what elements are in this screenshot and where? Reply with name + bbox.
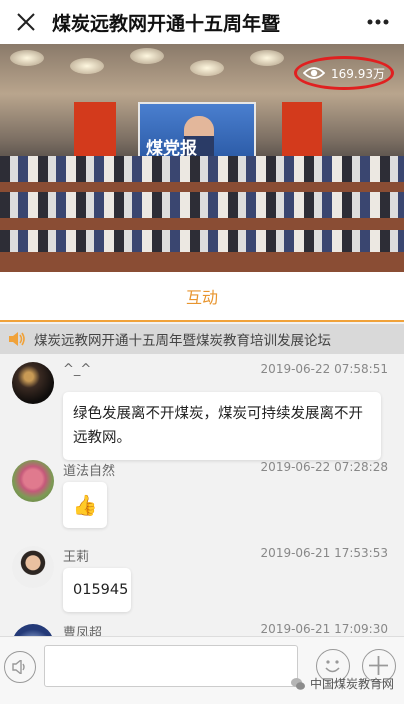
message-time: 2019-06-22 07:28:28 [260,460,388,474]
sender-name: 曹凤超 [63,626,103,636]
stage-screen: 煤党报 [138,102,256,162]
announcement-bar: 煤炭远教网开通十五周年暨煤炭教育培训发展论坛 [0,324,404,354]
ceiling-light [10,50,44,66]
watermark-text: 中国煤炭教育网 [309,677,394,691]
chat-message: 王莉 2019-06-21 17:53:53 015945 [0,540,404,622]
input-bar: 中国煤炭教育网 [0,636,404,704]
stage-banner-left [74,102,116,164]
watermark: 中国煤炭教育网 [290,675,394,692]
tab-bar: 互动 [0,272,404,322]
message-time: 2019-06-22 07:58:51 [260,362,388,376]
audience-row [0,192,404,218]
avatar[interactable] [12,546,54,588]
more-button[interactable] [352,0,404,44]
sender-name: ^_^ [63,362,92,377]
sender-name: 王莉 [63,550,90,565]
avatar[interactable] [12,624,54,636]
sender-name: 道法自然 [63,464,116,479]
tab-interaction[interactable]: 互动 [186,284,218,308]
voice-button[interactable] [4,651,36,683]
view-count: 169.93万 [331,66,385,81]
ceiling-light [190,60,224,76]
more-icon [367,19,389,25]
live-video-player[interactable]: 煤党报 169.93万 [0,44,404,272]
desk-row [0,182,404,192]
desk-row [0,218,404,230]
ceiling-light [130,48,164,64]
message-bubble: 绿色发展离不开煤炭，煤炭可持续发展离不开远教网。 [63,392,381,460]
close-button[interactable] [0,0,52,44]
speaker-icon [12,660,25,674]
message-bubble: 015945 [63,568,131,612]
desk-row [0,252,404,272]
wechat-icon [290,677,305,690]
close-icon [17,13,35,31]
message-input[interactable] [44,645,298,687]
audience-row [0,156,404,182]
announcement-text: 煤炭远教网开通十五周年暨煤炭教育培训发展论坛 [34,333,331,349]
chat-message: ^_^ 2019-06-22 07:58:51 绿色发展离不开煤炭，煤炭可持续发… [0,354,404,460]
top-bar: 煤炭远教网开通十五周年暨 [0,0,404,44]
speaker-icon [9,332,25,346]
view-count-badge: 169.93万 [294,56,394,90]
page-title: 煤炭远教网开通十五周年暨 [52,12,281,35]
ceiling-light [250,50,284,66]
ceiling-light [70,58,104,74]
eye-icon [303,67,325,79]
chat-message: 曹凤超 2019-06-21 17:09:30 [0,622,404,636]
stage-banner-right [282,102,322,164]
message-time: 2019-06-21 17:53:53 [260,546,388,560]
avatar[interactable] [12,362,54,404]
audience-row [0,230,404,252]
message-time: 2019-06-21 17:09:30 [260,622,388,636]
chat-message: 道法自然 2019-06-22 07:28:28 👍 [0,454,404,540]
avatar[interactable] [12,460,54,502]
message-bubble: 👍 [63,482,107,528]
